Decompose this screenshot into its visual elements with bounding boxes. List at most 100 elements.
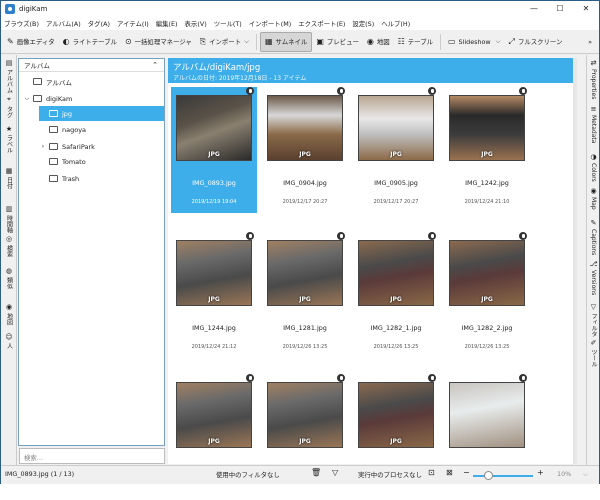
thumbnail-image[interactable]: JPG [176,382,252,448]
right-tab[interactable]: ⇄ Properties [588,59,599,99]
light-table-button[interactable]: ◐ ライトテーブル [59,32,121,52]
zoom-out-icon[interactable]: − [463,468,470,477]
left-tab[interactable]: ◍ 類似 [3,267,15,289]
right-tab[interactable]: ✐ ツール [588,339,599,367]
batch-queue-button[interactable]: ⊙ 一括処理マネージャ [121,32,196,52]
album-search-input[interactable]: 検索... [19,448,165,464]
album-tree-item[interactable]: › SafariPark [39,139,164,154]
left-tab-label: アルバム [5,69,13,93]
tree-expander-icon[interactable]: ⌵ [23,95,31,103]
thumbnail-filename: IMG_1282_2.jpg [461,324,513,332]
menu-item[interactable]: インポート(M) [249,19,291,28]
left-tab[interactable]: ▤ アルバム [3,59,15,93]
left-tab[interactable]: ▦ 日付 [3,167,15,189]
left-tab[interactable]: ▥ 時間軸 [3,205,15,233]
tree-expander-icon[interactable]: › [39,143,47,150]
thumbnail-image[interactable]: JPG [267,382,343,448]
album-header: アルバム/digiKam/jpg アルバムの日付: 2019年12月18日 - … [168,58,573,83]
folder-icon [49,143,58,150]
zoom-in-icon[interactable]: + [537,468,544,477]
zoom-slider-handle[interactable] [484,471,493,480]
thumbnail-view-button[interactable]: ▦ サムネイル [259,31,313,52]
tab-icon: ★ [5,125,13,133]
left-tab-label: 類似 [5,277,13,289]
album-tree-item[interactable]: アルバム [23,74,143,89]
light-table-label: ライトテーブル [72,38,117,46]
trash-icon[interactable]: 🗑 [311,468,321,477]
chevron-up-icon[interactable]: ⌃ [152,61,158,69]
left-tab-label: 地図 [5,313,13,325]
thumbnail-image[interactable]: JPG [449,95,525,161]
right-tab[interactable]: ✎ Captions [588,219,599,255]
vertical-scrollbar[interactable] [573,58,577,464]
thumbnail-filename: IMG_1282_1.jpg [370,324,422,332]
right-tab[interactable]: ◉ Map [588,187,599,210]
preview-view-button[interactable]: ▣ プレビュー [312,32,363,52]
thumbnail-item[interactable]: JPG IMG_0904.jpg 2019/12/17 20:27 [262,87,348,213]
menu-item[interactable]: 表示(V) [185,19,207,28]
close-button[interactable]: ✕ [573,1,599,16]
menu-item[interactable]: タグ(A) [88,19,110,28]
zoom-fit-icon[interactable]: ⊡ [428,468,435,477]
zoom-slider[interactable] [473,475,533,477]
menu-item[interactable]: アルバム(A) [46,19,81,28]
left-tab[interactable]: ◉ 地図 [3,303,15,325]
thumbnail-item[interactable]: JPG IMG_1242.jpg 2019/12/24 21:10 [444,87,530,213]
geolocation-icon [337,232,345,240]
thumbnail-image[interactable]: JPG [449,240,525,306]
album-tree-item[interactable]: jpg [39,106,164,121]
filter-icon[interactable]: ▽ [332,468,338,477]
zoom-actual-icon[interactable]: ⊠ [446,468,453,477]
thumbnail-image[interactable]: JPG [358,95,434,161]
minimize-button[interactable]: — [521,1,547,16]
toolbar-overflow-button[interactable]: » [584,32,596,52]
menu-item[interactable]: 編集(E) [156,19,178,28]
album-tree-item[interactable]: nagoya [39,122,164,137]
thumbnail-item[interactable]: JPG IMG_1282_2.jpg 2019/12/26 13:25 [444,232,530,358]
table-view-button[interactable]: ☷ テーブル [394,32,437,52]
image-editor-button[interactable]: ✎ 画像エディタ [3,32,59,52]
thumbnail-image[interactable]: JPG [267,95,343,161]
thumbnail-image[interactable]: JPG [358,382,434,448]
menu-item[interactable]: ブラウズ(B) [4,19,39,28]
thumbnail-item[interactable]: JPG IMG_0905.jpg 2019/12/17 20:27 [353,87,439,213]
thumbnail-item[interactable]: JPG IMG_1244.jpg 2019/12/24 21:12 [171,232,257,358]
maximize-button[interactable]: ☐ [547,1,573,16]
left-tab[interactable]: ☺ 人 [3,333,15,349]
geolocation-icon [246,87,254,95]
chevron-down-icon: ⌵ [244,37,249,45]
menu-item[interactable]: エクスポート(E) [298,19,345,28]
thumbnail-item[interactable]: JPG IMG_1282_1.jpg 2019/12/26 13:25 [353,232,439,358]
slideshow-button[interactable]: ▭ Slideshow ⌵ [444,32,505,52]
left-tab[interactable]: ◎ 検索 [3,235,15,257]
menu-item[interactable]: ヘルプ(H) [381,19,410,28]
right-tab[interactable]: ⎇ Versions [588,260,599,295]
menu-item[interactable]: 設定(S) [352,19,374,28]
right-tab[interactable]: ▽ フィルタ [588,303,599,337]
thumbnail-image[interactable] [449,382,525,448]
thumbnail-image[interactable]: JPG [176,240,252,306]
album-tree-item[interactable]: Trash [39,171,164,186]
left-tab[interactable]: ★ ラベル [3,125,15,153]
thumbnail-filename: IMG_0905.jpg [374,179,418,187]
import-button[interactable]: ⎘ インポート ⌵ [196,32,253,52]
thumbnail-date: 2019/12/17 20:27 [282,199,328,205]
right-tab[interactable]: ◑ Colors [588,153,599,182]
status-file: IMG_0893.jpg (1 / 13) [5,470,75,478]
thumbnail-image[interactable]: JPG [267,240,343,306]
album-tree-item[interactable]: Tomato [39,154,164,169]
menu-item[interactable]: ツール(T) [214,19,242,28]
album-tree-item[interactable]: ⌵ digiKam [23,91,143,106]
geolocation-icon [428,374,436,382]
status-bar: IMG_0893.jpg (1 / 13) 使用中のフィルタなし 🗑 ▽ 実行中… [1,465,599,484]
thumbnail-image[interactable]: JPG [358,240,434,306]
thumbnail-item[interactable]: JPG IMG_1281.jpg 2019/12/26 13:25 [262,232,348,358]
thumbnail-item[interactable]: JPG IMG_0893.jpg 2019/12/19 19:04 [171,87,257,213]
thumbnail-image[interactable]: JPG [176,95,252,161]
zoom-level[interactable]: 10% [557,470,571,478]
menu-item[interactable]: アイテム(I) [117,19,149,28]
left-tab[interactable]: ⌖ タグ [3,95,15,118]
right-tab[interactable]: ≡ Metadata [588,105,599,143]
fullscreen-button[interactable]: ⤢ フルスクリーン [505,32,567,52]
map-view-button[interactable]: ◉ 地図 [363,32,394,52]
